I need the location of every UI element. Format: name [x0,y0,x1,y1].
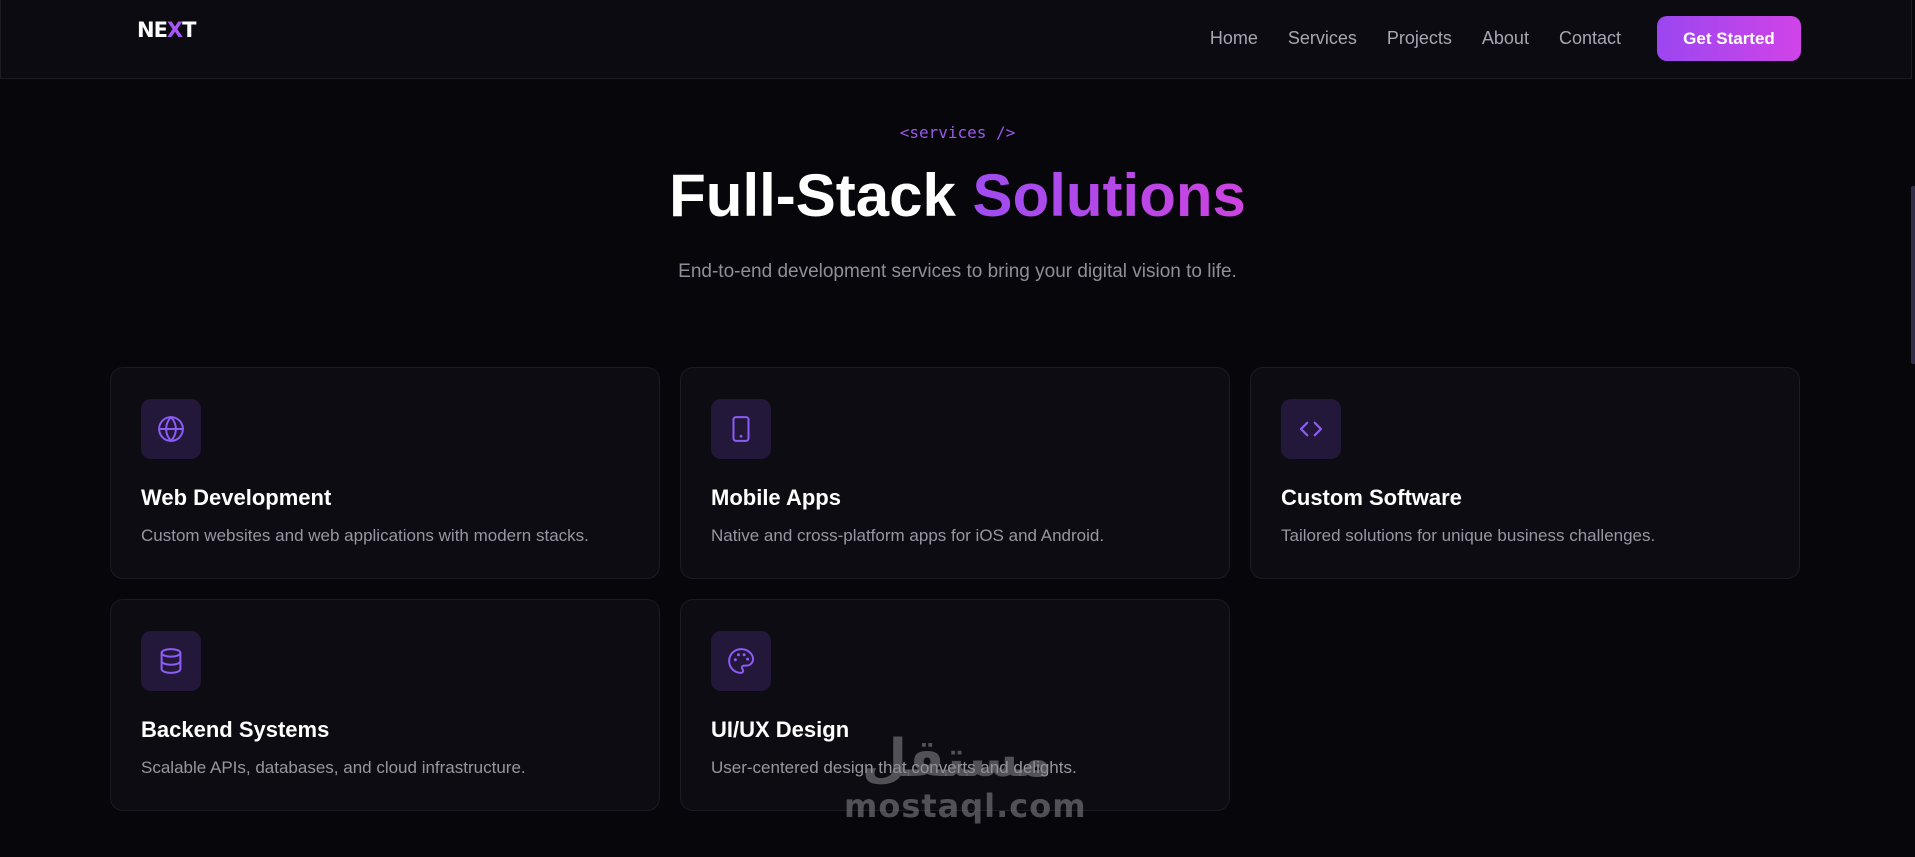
card-title: UI/UX Design [711,717,850,742]
card-title: Custom Software [1281,485,1462,510]
mostaql-watermark: مستقل mostaql.com [844,729,1087,840]
page: NEXT Home Services Projects About Contac… [0,0,1915,857]
logo-suffix: T [182,18,196,42]
logo-x: X [166,18,183,42]
section-eyebrow: <services /> [899,123,1016,142]
tablet-icon [711,399,771,459]
card-title: Mobile Apps [711,485,841,510]
service-card-custom-software[interactable]: Custom Software Tailored solutions for u… [1250,367,1800,579]
database-icon [141,631,201,691]
section-subtitle: End-to-end development services to bring… [678,261,1237,282]
logo[interactable]: NEXT [137,18,196,42]
card-description: Custom websites and web applications wit… [141,526,589,545]
card-title: Backend Systems [141,717,330,742]
code-icon [1281,399,1341,459]
get-started-button[interactable]: Get Started [1657,16,1801,61]
card-description: Scalable APIs, databases, and cloud infr… [141,758,526,777]
watermark-arabic: مستقل [861,729,1053,789]
service-card-backend-systems[interactable]: Backend Systems Scalable APIs, databases… [110,599,660,811]
logo-prefix: NE [137,18,168,42]
card-title: Web Development [141,485,332,510]
watermark-latin: mostaql.com [844,787,1087,825]
nav-link-about[interactable]: About [1482,28,1529,49]
palette-icon [711,631,771,691]
section-title: Full-Stack Solutions [0,160,1915,232]
navbar: NEXT Home Services Projects About Contac… [0,0,1912,79]
section-title-accent: Solutions [972,162,1246,229]
service-card-web-development[interactable]: Web Development Custom websites and web … [110,367,660,579]
globe-icon [141,399,201,459]
nav-link-projects[interactable]: Projects [1387,28,1452,49]
nav-links: Home Services Projects About Contact [1210,0,1621,76]
nav-link-contact[interactable]: Contact [1559,28,1621,49]
nav-link-services[interactable]: Services [1288,28,1357,49]
nav-link-home[interactable]: Home [1210,28,1258,49]
card-description: Tailored solutions for unique business c… [1281,526,1656,545]
card-description: Native and cross-platform apps for iOS a… [711,526,1105,545]
service-card-mobile-apps[interactable]: Mobile Apps Native and cross-platform ap… [680,367,1230,579]
section-title-plain: Full-Stack [669,162,973,229]
